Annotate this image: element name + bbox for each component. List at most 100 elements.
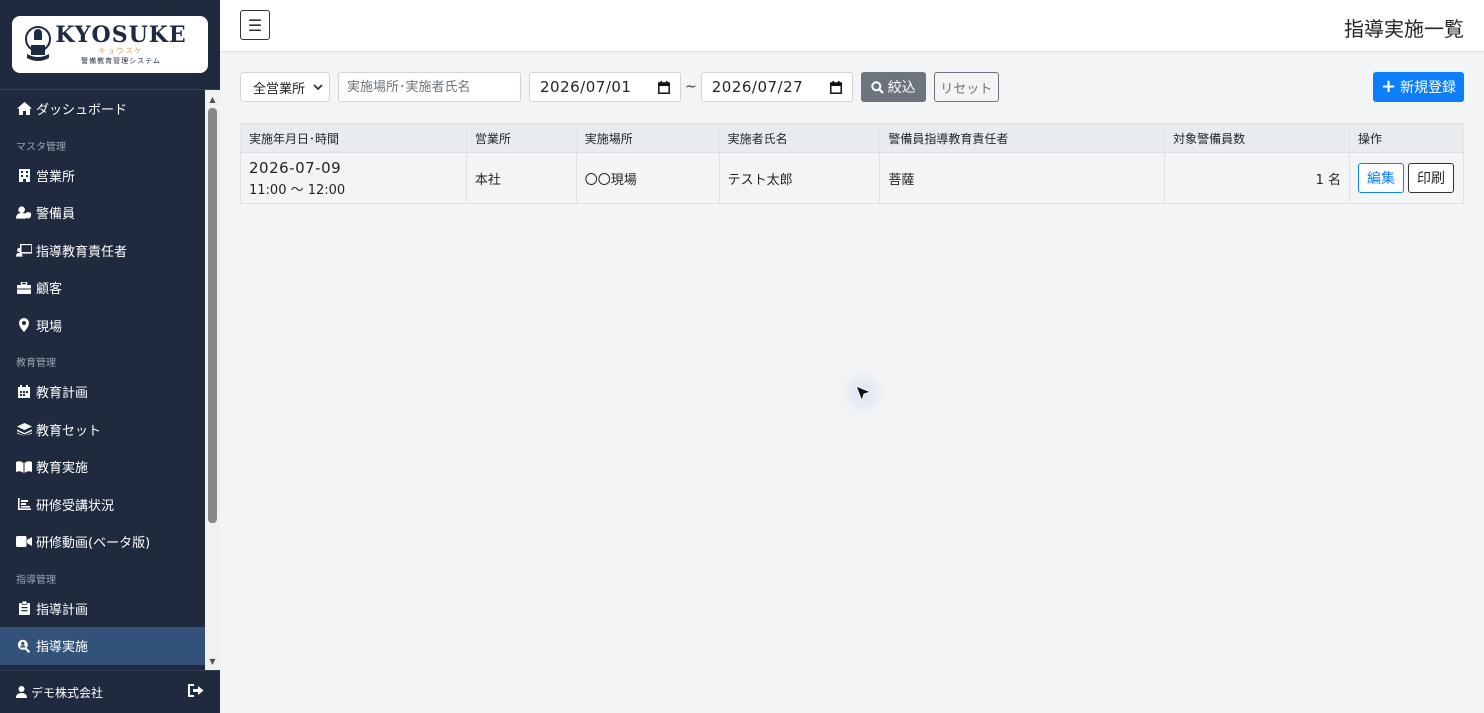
chart-bar-icon bbox=[16, 497, 32, 511]
search-input[interactable] bbox=[338, 72, 521, 102]
sidebar-scrollbar[interactable]: ▲ ▼ bbox=[205, 90, 220, 670]
filter-bar: 全営業所 2026/07/01 ~ 2026/07/27 絞込 リセット bbox=[240, 72, 999, 102]
page-title: 指導実施一覧 bbox=[1344, 17, 1464, 41]
book-open-icon bbox=[16, 460, 32, 474]
new-register-button[interactable]: + 新規登録 bbox=[1373, 72, 1464, 102]
sidebar-item-label: 営業所 bbox=[36, 169, 76, 185]
sidebar-item-dashboard[interactable]: ダッシュボード bbox=[0, 90, 205, 128]
mouse-cursor-icon bbox=[840, 370, 886, 416]
calendar-icon bbox=[16, 385, 32, 399]
sidebar-item-label: 指導教育責任者 bbox=[36, 244, 128, 260]
sidebar-item-label: 研修動画(ベータ版) bbox=[36, 536, 151, 552]
cell-actions: 編集 印刷 bbox=[1348, 152, 1465, 204]
brand-logo[interactable]: KYOSUKE キョウスケ 警備教育管理システム bbox=[12, 16, 208, 73]
column-header[interactable]: 警備員指導教育責任者 bbox=[879, 123, 1166, 153]
plus-icon: + bbox=[1380, 76, 1397, 97]
current-company[interactable]: デモ株式会社 bbox=[16, 684, 188, 701]
cell-location: 〇〇現場 bbox=[575, 152, 720, 204]
date-from-value: 2026/07/01 bbox=[540, 78, 632, 96]
clipboard-icon bbox=[16, 601, 32, 616]
filter-button-label: 絞込 bbox=[887, 80, 916, 96]
brand-subtitle: 警備教育管理システム bbox=[81, 56, 161, 65]
filter-button[interactable]: 絞込 bbox=[860, 72, 926, 102]
sidebar: KYOSUKE キョウスケ 警備教育管理システム ダッシュボード マスタ管理 営… bbox=[0, 0, 220, 713]
sidebar-item-label: 教育計画 bbox=[36, 386, 89, 402]
search-person-icon bbox=[16, 639, 32, 653]
map-pin-icon bbox=[16, 318, 32, 333]
brand-emblem-icon bbox=[24, 24, 52, 66]
date-from-input[interactable]: 2026/07/01 bbox=[529, 72, 681, 102]
date-range-separator: ~ bbox=[685, 79, 697, 95]
layers-icon bbox=[16, 422, 32, 436]
briefcase-icon bbox=[16, 281, 32, 295]
sidebar-item-label: 研修受講状況 bbox=[36, 498, 115, 514]
calendar-icon[interactable] bbox=[658, 80, 670, 94]
sidebar-item-label: 現場 bbox=[36, 319, 63, 335]
sidebar-item-label: 顧客 bbox=[36, 282, 63, 298]
office-select[interactable]: 全営業所 bbox=[240, 72, 330, 102]
cell-datetime: 2026-07-09 11:00 ～ 12:00 bbox=[240, 152, 467, 204]
search-icon bbox=[871, 80, 884, 94]
sidebar-item-guards[interactable]: 警備員 bbox=[0, 194, 205, 232]
row-date: 2026-07-09 bbox=[249, 158, 342, 177]
home-icon bbox=[16, 102, 32, 116]
new-register-label: 新規登録 bbox=[1400, 80, 1457, 96]
sidebar-item-label: 教育実施 bbox=[36, 461, 89, 477]
chalkboard-teacher-icon bbox=[16, 243, 32, 257]
sidebar-item-label: 警備員 bbox=[36, 207, 76, 223]
column-header[interactable]: 営業所 bbox=[465, 123, 577, 153]
row-time: 11:00 ～ 12:00 bbox=[249, 182, 346, 198]
sidebar-item-label: ダッシュボード bbox=[36, 103, 128, 119]
chevron-down-icon bbox=[313, 83, 323, 90]
sidebar-item-offices[interactable]: 営業所 bbox=[0, 157, 205, 195]
column-header[interactable]: 実施年月日･時間 bbox=[240, 123, 467, 153]
cell-supervisor: 菩薩 bbox=[879, 152, 1166, 204]
sidebar-item-label: 指導計画 bbox=[36, 602, 89, 618]
brand-name: KYOSUKE bbox=[55, 21, 187, 48]
calendar-icon[interactable] bbox=[829, 80, 842, 94]
sidebar-item-education-plan[interactable]: 教育計画 bbox=[0, 373, 205, 411]
sidebar-section-master: マスタ管理 bbox=[16, 141, 66, 153]
sidebar-item-guidance-plan[interactable]: 指導計画 bbox=[0, 590, 205, 628]
sidebar-item-education-exec[interactable]: 教育実施 bbox=[0, 448, 205, 486]
reset-button[interactable]: リセット bbox=[933, 72, 999, 102]
user-shield-icon bbox=[16, 206, 32, 220]
date-to-value: 2026/07/27 bbox=[711, 78, 804, 96]
scroll-thumb[interactable] bbox=[208, 108, 217, 523]
user-icon bbox=[16, 686, 27, 698]
video-icon bbox=[16, 535, 32, 549]
table-row: 2026-07-09 11:00 ～ 12:00 本社 〇〇現場 テスト太郎 菩… bbox=[240, 152, 1465, 204]
sidebar-item-sites[interactable]: 現場 bbox=[0, 307, 205, 345]
table-header-row: 実施年月日･時間 営業所 実施場所 実施者氏名 警備員指導教育責任者 対象警備員… bbox=[240, 123, 1465, 153]
scroll-up-arrow-icon[interactable]: ▲ bbox=[205, 92, 220, 106]
print-button[interactable]: 印刷 bbox=[1407, 163, 1454, 193]
brand-kana: キョウスケ bbox=[98, 46, 144, 55]
building-icon bbox=[16, 168, 32, 182]
company-name: デモ株式会社 bbox=[31, 685, 104, 700]
column-header: 操作 bbox=[1348, 123, 1465, 153]
date-to-input[interactable]: 2026/07/27 bbox=[700, 72, 853, 102]
column-header[interactable]: 実施者氏名 bbox=[718, 123, 881, 153]
sidebar-section-guidance: 指導管理 bbox=[16, 574, 56, 586]
sidebar-section-education: 教育管理 bbox=[16, 358, 56, 369]
sidebar-item-training-status[interactable]: 研修受講状況 bbox=[0, 486, 205, 524]
sidebar-item-label: 指導実施 bbox=[36, 640, 89, 656]
cell-office: 本社 bbox=[465, 152, 577, 204]
sidebar-item-guidance-exec[interactable]: 指導実施 bbox=[0, 627, 205, 665]
sidebar-item-label: 教育セット bbox=[36, 423, 102, 439]
sidebar-footer: デモ株式会社 bbox=[0, 670, 220, 713]
sidebar-item-customers[interactable]: 顧客 bbox=[0, 269, 205, 307]
office-select-value: 全営業所 bbox=[253, 81, 306, 97]
column-header[interactable]: 実施場所 bbox=[575, 123, 720, 153]
scroll-down-arrow-icon[interactable]: ▼ bbox=[205, 654, 220, 668]
edit-button[interactable]: 編集 bbox=[1357, 163, 1404, 193]
top-header: ☰ 指導実施一覧 bbox=[220, 0, 1484, 52]
hamburger-icon[interactable]: ☰ bbox=[240, 10, 270, 40]
logout-icon[interactable] bbox=[188, 684, 204, 700]
cell-guard-count: 1 名 bbox=[1164, 152, 1350, 204]
column-header[interactable]: 対象警備員数 bbox=[1164, 123, 1350, 153]
sidebar-item-training-video[interactable]: 研修動画(ベータ版) bbox=[0, 523, 205, 561]
sidebar-item-education-set[interactable]: 教育セット bbox=[0, 411, 205, 449]
sidebar-item-instructors[interactable]: 指導教育責任者 bbox=[0, 232, 205, 270]
cell-instructor: テスト太郎 bbox=[718, 152, 881, 204]
